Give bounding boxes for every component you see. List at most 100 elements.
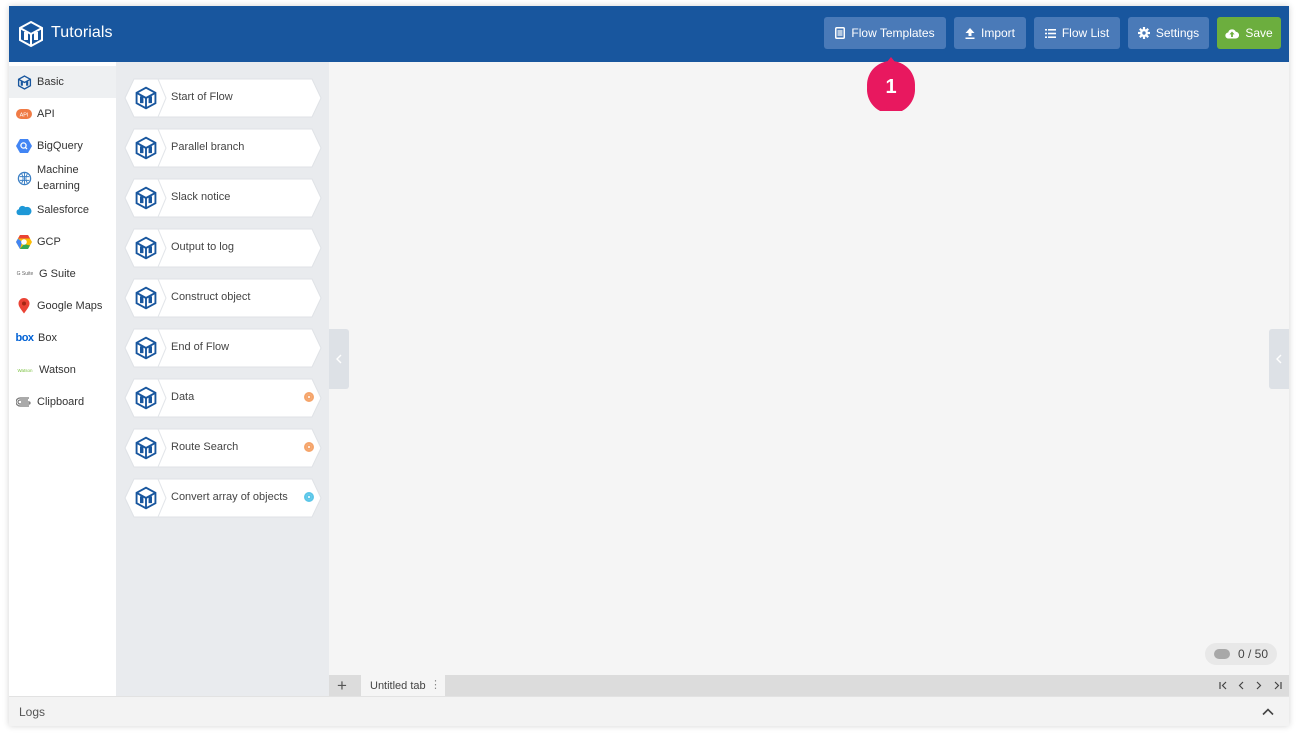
svg-text:API: API [20,113,29,119]
collapse-palette-button[interactable] [329,329,349,389]
category-label: BigQuery [37,140,83,152]
flow-templates-label: Flow Templates [851,26,935,40]
node-label: Route Search [171,441,239,453]
chevron-last-icon [1274,681,1282,690]
chevron-left-icon [1238,681,1244,690]
import-button[interactable]: Import [954,17,1026,49]
node-label: Data [171,391,195,403]
basic-cube-icon [16,74,32,90]
node-cube-icon [135,286,157,310]
category-machine-learning[interactable]: Machine Learning [9,162,116,194]
node-start-of-flow[interactable]: Start of Flow [124,78,322,118]
tab-pager [1215,675,1285,696]
category-basic[interactable]: Basic [9,66,116,98]
map-pin-icon [16,298,32,314]
import-label: Import [980,26,1015,40]
watson-icon-text: Watson [17,367,33,373]
settings-button[interactable]: Settings [1128,17,1209,49]
node-end-of-flow[interactable]: End of Flow [124,328,322,368]
category-bigquery[interactable]: BigQuery [9,130,116,162]
category-label: G Suite [39,268,76,280]
watson-icon: Watson [16,362,34,378]
node-label: End of Flow [171,341,230,353]
cloud-upload-icon [1225,28,1240,39]
category-label: API [37,108,55,120]
node-label: Output to log [171,241,234,253]
category-label: Watson [39,364,76,376]
node-cube-icon [135,486,157,510]
category-google-maps[interactable]: Google Maps [9,290,116,322]
node-cube-icon [135,236,157,260]
category-label: Machine Learning [37,164,80,192]
app-title: Tutorials [51,24,113,41]
step-callout-badge: 1 [867,57,915,111]
callout-number: 1 [885,76,896,98]
category-watson[interactable]: Watson Watson [9,354,116,386]
flow-templates-button[interactable]: Flow Templates [824,17,946,49]
tab-untitled[interactable]: Untitled tab ⋮ [361,675,445,696]
first-tab-button[interactable] [1215,678,1231,694]
category-label: Google Maps [37,300,103,312]
chevron-left-icon [336,354,342,364]
box-icon: box [15,330,34,346]
node-status-dot [304,392,314,402]
last-tab-button[interactable] [1269,678,1285,694]
chevron-up-icon[interactable] [1261,705,1275,719]
category-label: Basic [37,76,64,88]
category-label: Salesforce [37,204,89,216]
node-cube-icon [135,386,157,410]
node-label: Construct object [171,291,251,303]
node-label: Parallel branch [171,141,245,153]
tab-bar: + Untitled tab ⋮ [329,675,1289,696]
flow-list-button[interactable]: Flow List [1034,17,1120,49]
top-bar: Tutorials Flow Templates Import Flow Lis… [9,6,1289,62]
category-gcp[interactable]: GCP [9,226,116,258]
node-cube-icon [135,336,157,360]
gcp-icon [16,234,32,250]
tab-menu-icon[interactable]: ⋮ [430,678,441,691]
next-tab-button[interactable] [1251,678,1267,694]
app-window: Tutorials Flow Templates Import Flow Lis… [9,6,1289,726]
node-output-to-log[interactable]: Output to log [124,228,322,268]
paperclip-icon [16,394,32,410]
save-label: Save [1245,26,1273,40]
settings-label: Settings [1155,26,1200,40]
category-sidebar: Basic API API BigQuery Machine Learning … [9,62,116,696]
tab-label: Untitled tab [370,679,426,692]
node-parallel-branch[interactable]: Parallel branch [124,128,322,168]
node-count-text: 0 / 50 [1238,647,1269,661]
category-box[interactable]: box Box [9,322,116,354]
node-label: Slack notice [171,191,231,203]
api-icon: API [16,106,32,122]
node-convert-array-of-objects[interactable]: Convert array of objects [124,478,322,518]
category-label: GCP [37,236,61,248]
node-route-search[interactable]: Route Search [124,428,322,468]
flow-canvas[interactable]: 0 / 50 [329,62,1289,675]
node-label: Convert array of objects [171,491,288,503]
upload-icon [965,27,975,39]
category-salesforce[interactable]: Salesforce [9,194,116,226]
category-api[interactable]: API API [9,98,116,130]
add-tab-button[interactable]: + [337,676,347,695]
category-clipboard[interactable]: Clipboard [9,386,116,418]
node-cube-icon [135,186,157,210]
brain-icon [16,170,32,186]
node-pill-icon [1214,649,1230,659]
save-button[interactable]: Save [1217,17,1281,49]
gsuite-icon: G Suite [16,266,34,282]
category-label: Clipboard [37,396,85,408]
node-palette: Start of Flow Parallel branch Slack notice… [116,62,329,696]
chevron-left-icon [1276,354,1282,364]
gsuite-icon-text: G Suite [16,271,34,277]
prev-tab-button[interactable] [1233,678,1249,694]
node-construct-object[interactable]: Construct object [124,278,322,318]
box-icon-text: box [15,332,34,344]
category-g-suite[interactable]: G Suite G Suite [9,258,116,290]
salesforce-cloud-icon [16,202,32,218]
node-slack-notice[interactable]: Slack notice [124,178,322,218]
list-icon [1044,28,1056,38]
node-cube-icon [135,86,157,110]
expand-right-panel-button[interactable] [1269,329,1289,389]
bigquery-icon [16,138,32,154]
node-data[interactable]: Data [124,378,322,418]
